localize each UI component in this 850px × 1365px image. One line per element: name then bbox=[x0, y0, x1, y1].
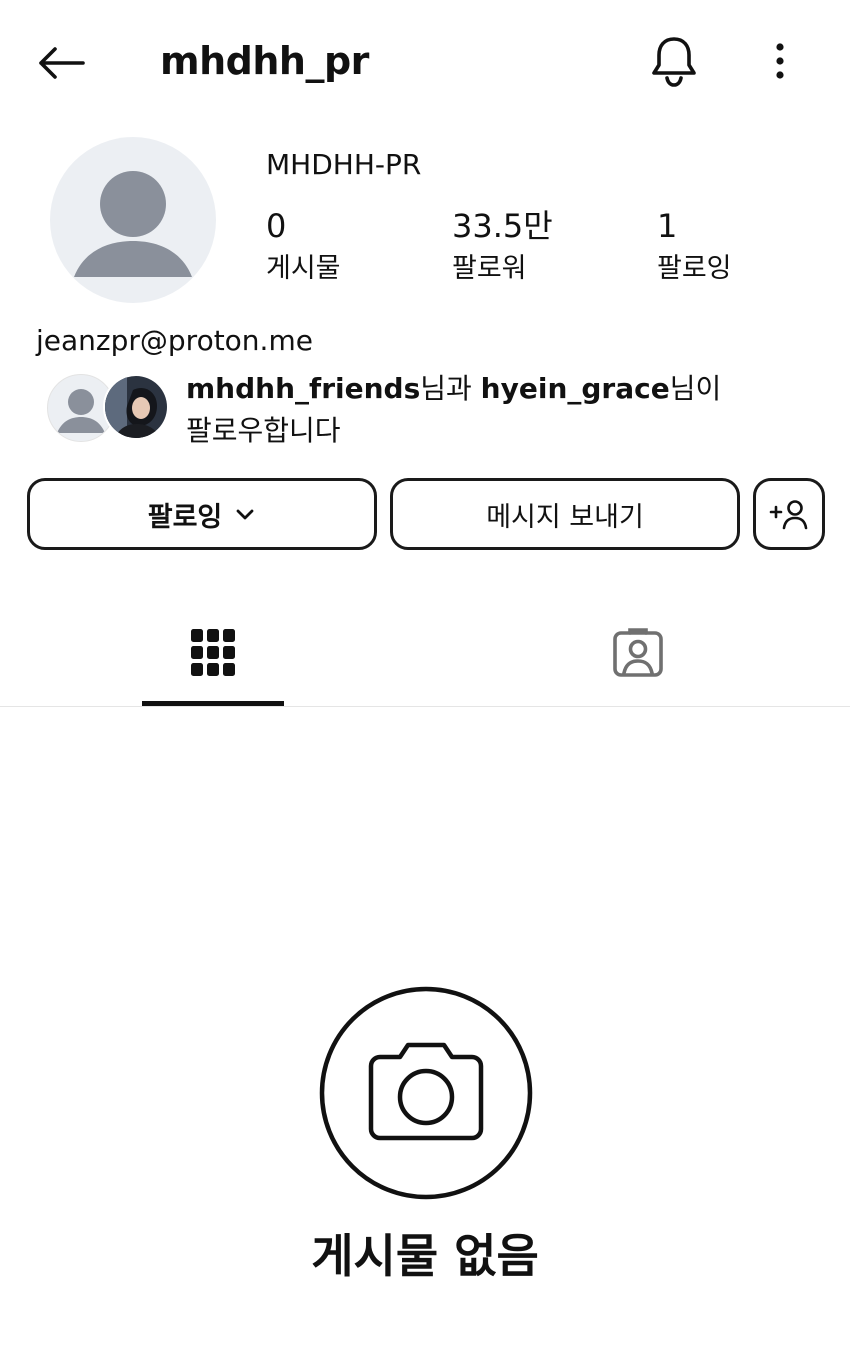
tagged-person-icon bbox=[613, 628, 663, 677]
following-button[interactable]: 팔로잉 bbox=[27, 478, 377, 550]
stat-label: 팔로워 bbox=[452, 253, 527, 284]
posts-count: 0 게시물 bbox=[266, 205, 341, 289]
stat-label: 팔로잉 bbox=[657, 253, 732, 284]
following-count[interactable]: 1 팔로잉 bbox=[657, 205, 732, 289]
stat-label: 게시물 bbox=[266, 253, 341, 284]
profile-avatar[interactable] bbox=[50, 137, 216, 303]
mutual-user-2[interactable]: hyein_grace bbox=[481, 372, 670, 405]
back-button[interactable] bbox=[30, 38, 92, 88]
default-avatar-icon bbox=[74, 171, 192, 277]
camera-icon bbox=[319, 986, 533, 1200]
notifications-button[interactable] bbox=[644, 30, 704, 92]
grid-icon bbox=[191, 629, 235, 676]
mutual-suffix: 님이 bbox=[669, 372, 722, 405]
mutual-followers-avatars[interactable] bbox=[47, 374, 171, 442]
message-button-label: 메시지 보내기 bbox=[486, 501, 644, 533]
mutual-user-1[interactable]: mhdhh_friends bbox=[186, 372, 420, 405]
message-button[interactable]: 메시지 보내기 bbox=[390, 478, 740, 550]
mutual-line-2: 팔로우합니다 bbox=[186, 414, 341, 447]
empty-posts-title: 게시물 없음 bbox=[311, 1229, 539, 1283]
mutual-avatar-2 bbox=[103, 374, 169, 440]
following-button-label: 팔로잉 bbox=[147, 501, 223, 533]
mutual-joiner: 님과 bbox=[420, 372, 481, 405]
chevron-down-icon bbox=[236, 509, 254, 520]
arrow-left-icon bbox=[39, 47, 85, 79]
tab-posts-grid[interactable] bbox=[63, 600, 363, 706]
more-options-button[interactable] bbox=[758, 36, 802, 86]
empty-posts-camera bbox=[318, 985, 534, 1201]
bio-email-link[interactable]: jeanzpr@proton.me bbox=[36, 322, 313, 360]
stat-value: 1 bbox=[657, 207, 678, 245]
profile-full-name: MHDHH-PR bbox=[266, 148, 422, 181]
tab-tagged[interactable] bbox=[488, 600, 788, 706]
followers-count[interactable]: 33.5만 팔로워 bbox=[452, 205, 553, 289]
tabs-divider bbox=[0, 706, 850, 707]
suggested-users-button[interactable] bbox=[753, 478, 825, 550]
bell-icon bbox=[652, 37, 696, 87]
stat-value: 0 bbox=[266, 207, 287, 245]
mutual-followers-text[interactable]: mhdhh_friends님과 hyein_grace님이 팔로우합니다 bbox=[186, 368, 806, 452]
more-vertical-icon bbox=[776, 43, 784, 79]
user-photo-icon bbox=[105, 376, 167, 438]
profile-username: mhdhh_pr bbox=[160, 39, 369, 83]
add-person-icon bbox=[769, 500, 808, 530]
stat-value: 33.5만 bbox=[452, 207, 553, 245]
